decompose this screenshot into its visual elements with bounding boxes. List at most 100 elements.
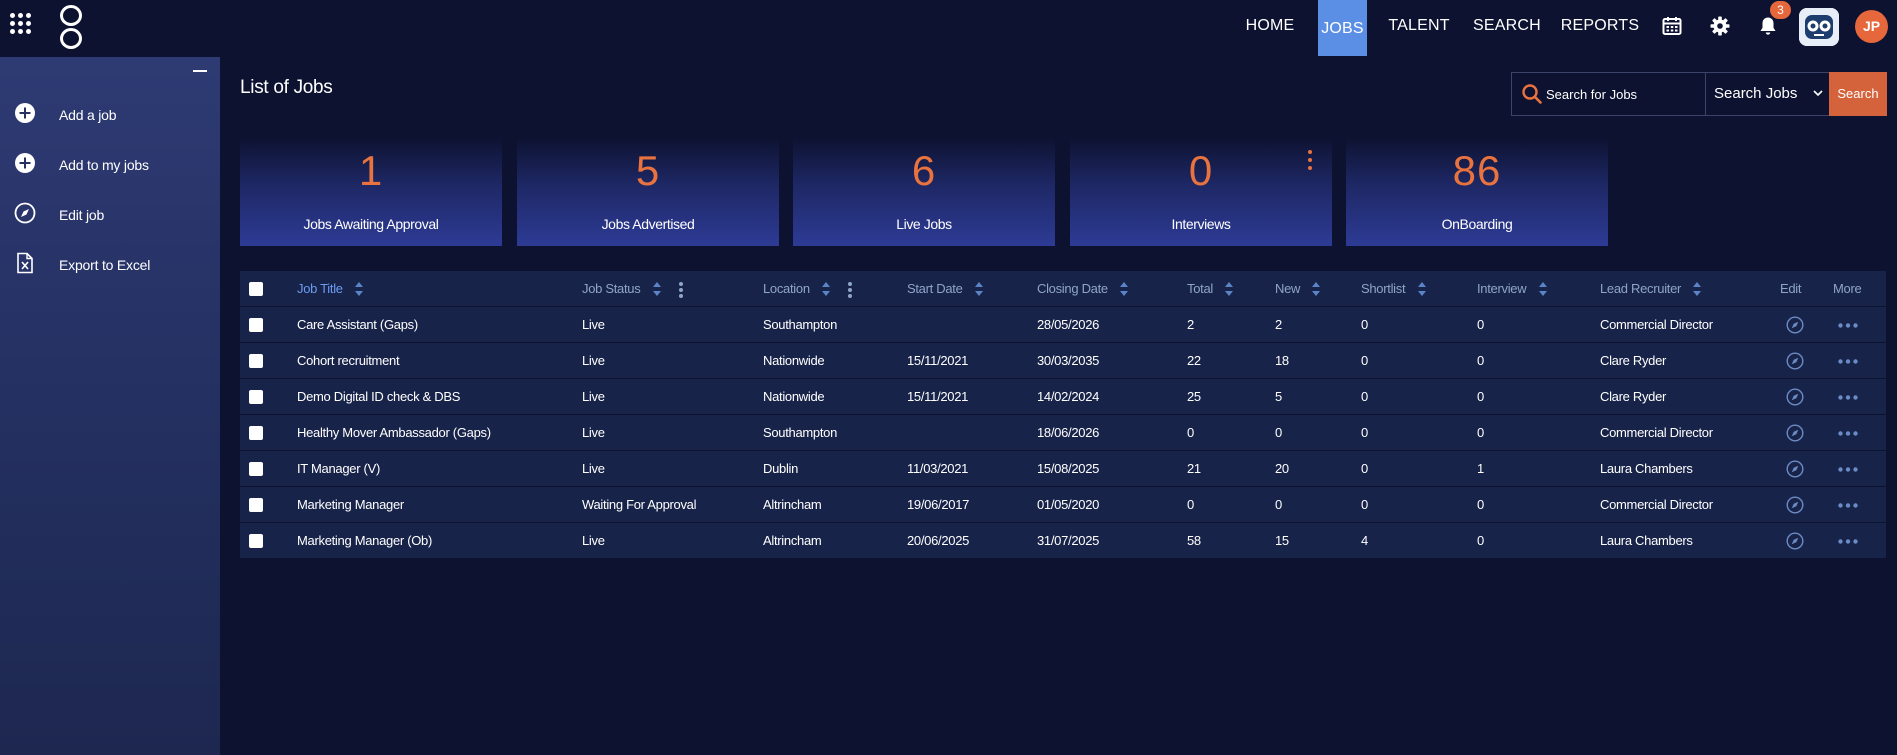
column-header-interview[interactable]: Interview (1477, 271, 1548, 307)
cell-closing-date: 01/05/2020 (1037, 497, 1100, 512)
sort-icon[interactable] (1119, 281, 1129, 297)
cell-job-title[interactable]: Marketing Manager (Ob) (297, 523, 432, 559)
table-header-row: Job Title Job Status Location Start Date… (240, 271, 1886, 307)
interviews-options-icon[interactable] (1308, 150, 1312, 170)
more-options-icon[interactable] (1838, 431, 1858, 436)
column-header-job-status[interactable]: Job Status (582, 271, 684, 307)
column-header-shortlist[interactable]: Shortlist (1361, 271, 1427, 307)
row-checkbox[interactable] (249, 462, 263, 476)
search-scope-select[interactable]: Search Jobs (1705, 73, 1827, 115)
more-options-icon[interactable] (1838, 539, 1858, 544)
more-options-icon[interactable] (1838, 395, 1858, 400)
stat-card-advertised[interactable]: 5 Jobs Advertised (517, 137, 779, 246)
sidebar-item-add-job[interactable]: Add a job (0, 96, 220, 132)
stat-card-onboarding[interactable]: 86 OnBoarding (1346, 137, 1608, 246)
cell-shortlist: 0 (1361, 353, 1368, 368)
sort-icon[interactable] (1692, 281, 1702, 297)
sort-icon[interactable] (1538, 281, 1548, 297)
edit-compass-icon[interactable] (1786, 460, 1804, 478)
column-header-new[interactable]: New (1275, 271, 1321, 307)
table-row[interactable]: Healthy Mover Ambassador (Gaps) Live South… (240, 415, 1886, 451)
column-filter-icon[interactable] (848, 281, 853, 298)
more-options-icon[interactable] (1838, 503, 1858, 508)
cell-lead-recruiter: Clare Ryder (1600, 389, 1667, 404)
column-header-closing-date[interactable]: Closing Date (1037, 271, 1129, 307)
search-input[interactable] (1546, 73, 1701, 115)
cell-new: 0 (1275, 497, 1282, 512)
nav-reports[interactable]: REPORTS (1560, 0, 1640, 56)
cell-job-title[interactable]: Marketing Manager (297, 487, 404, 523)
cell-job-title[interactable]: Demo Digital ID check & DBS (297, 379, 460, 415)
sort-icon[interactable] (1311, 281, 1321, 297)
column-header-job-title[interactable]: Job Title (297, 271, 364, 307)
collapse-sidebar-button[interactable] (193, 70, 207, 72)
edit-compass-icon[interactable] (1786, 388, 1804, 406)
cell-job-title[interactable]: Healthy Mover Ambassador (Gaps) (297, 415, 491, 451)
user-avatar[interactable]: JP (1855, 10, 1888, 43)
cell-job-status: Live (582, 461, 605, 476)
cell-closing-date: 15/08/2025 (1037, 461, 1100, 476)
edit-compass-icon[interactable] (1786, 496, 1804, 514)
cell-shortlist: 0 (1361, 461, 1368, 476)
stat-value: 1 (358, 147, 384, 194)
stat-card-live-jobs[interactable]: 6 Live Jobs (793, 137, 1055, 246)
edit-compass-icon[interactable] (1786, 424, 1804, 442)
more-options-icon[interactable] (1838, 323, 1858, 328)
sort-icon[interactable] (1224, 281, 1234, 297)
column-filter-icon[interactable] (679, 281, 684, 298)
cell-job-title[interactable]: Care Assistant (Gaps) (297, 307, 418, 343)
stat-value: 5 (635, 147, 661, 194)
nav-talent[interactable]: TALENT (1384, 0, 1454, 56)
gear-icon[interactable] (1710, 16, 1730, 36)
chevron-down-icon (1813, 90, 1823, 97)
table-row[interactable]: Cohort recruitment Live Nationwide 15/11/20… (240, 343, 1886, 379)
logo[interactable] (58, 3, 86, 51)
column-header-total[interactable]: Total (1187, 271, 1234, 307)
search-button[interactable]: Search (1829, 72, 1887, 116)
compass-icon (14, 202, 36, 224)
nav-jobs[interactable]: JOBS (1318, 0, 1367, 56)
row-checkbox[interactable] (249, 390, 263, 404)
more-options-icon[interactable] (1838, 467, 1858, 472)
stat-card-interviews[interactable]: 0 Interviews (1070, 137, 1332, 246)
sidebar-item-export-excel[interactable]: Export to Excel (0, 246, 220, 282)
cell-job-title[interactable]: Cohort recruitment (297, 343, 400, 379)
cell-job-title[interactable]: IT Manager (V) (297, 451, 380, 487)
table-row[interactable]: IT Manager (V) Live Dublin 11/03/2021 15/08/… (240, 451, 1886, 487)
column-header-more: More (1833, 281, 1862, 296)
row-checkbox[interactable] (249, 354, 263, 368)
sidebar-item-add-to-my-jobs[interactable]: Add to my jobs (0, 146, 220, 182)
select-all-checkbox[interactable] (249, 282, 263, 296)
sort-icon[interactable] (821, 281, 831, 297)
row-checkbox[interactable] (249, 426, 263, 440)
bell-icon[interactable] (1759, 16, 1777, 36)
cell-location: Altrincham (763, 497, 822, 512)
stat-card-awaiting-approval[interactable]: 1 Jobs Awaiting Approval (240, 137, 502, 246)
nav-search[interactable]: SEARCH (1470, 0, 1544, 56)
sort-icon[interactable] (652, 281, 662, 297)
row-checkbox[interactable] (249, 534, 263, 548)
calendar-icon[interactable] (1662, 16, 1682, 36)
sort-icon[interactable] (1417, 281, 1427, 297)
table-row[interactable]: Marketing Manager (Ob) Live Altrincham 20/0… (240, 523, 1886, 559)
table-row[interactable]: Marketing Manager Waiting For Approval Alt… (240, 487, 1886, 523)
bot-avatar[interactable] (1799, 8, 1839, 46)
edit-compass-icon[interactable] (1786, 532, 1804, 550)
column-header-lead-recruiter[interactable]: Lead Recruiter (1600, 271, 1702, 307)
edit-compass-icon[interactable] (1786, 352, 1804, 370)
nav-home[interactable]: HOME (1240, 0, 1300, 56)
sort-icon[interactable] (354, 281, 364, 297)
table-row[interactable]: Demo Digital ID check & DBS Live Nationwid… (240, 379, 1886, 415)
sidebar-item-edit-job[interactable]: Edit job (0, 196, 220, 232)
sort-icon[interactable] (974, 281, 984, 297)
table-row[interactable]: Care Assistant (Gaps) Live Southampton 28/0… (240, 307, 1886, 343)
row-checkbox[interactable] (249, 318, 263, 332)
row-checkbox[interactable] (249, 498, 263, 512)
column-header-start-date[interactable]: Start Date (907, 271, 984, 307)
edit-compass-icon[interactable] (1786, 316, 1804, 334)
cell-closing-date: 30/03/2035 (1037, 353, 1100, 368)
more-options-icon[interactable] (1838, 359, 1858, 364)
cell-total: 58 (1187, 533, 1201, 548)
apps-grid-icon[interactable] (10, 13, 32, 35)
column-header-location[interactable]: Location (763, 271, 853, 307)
